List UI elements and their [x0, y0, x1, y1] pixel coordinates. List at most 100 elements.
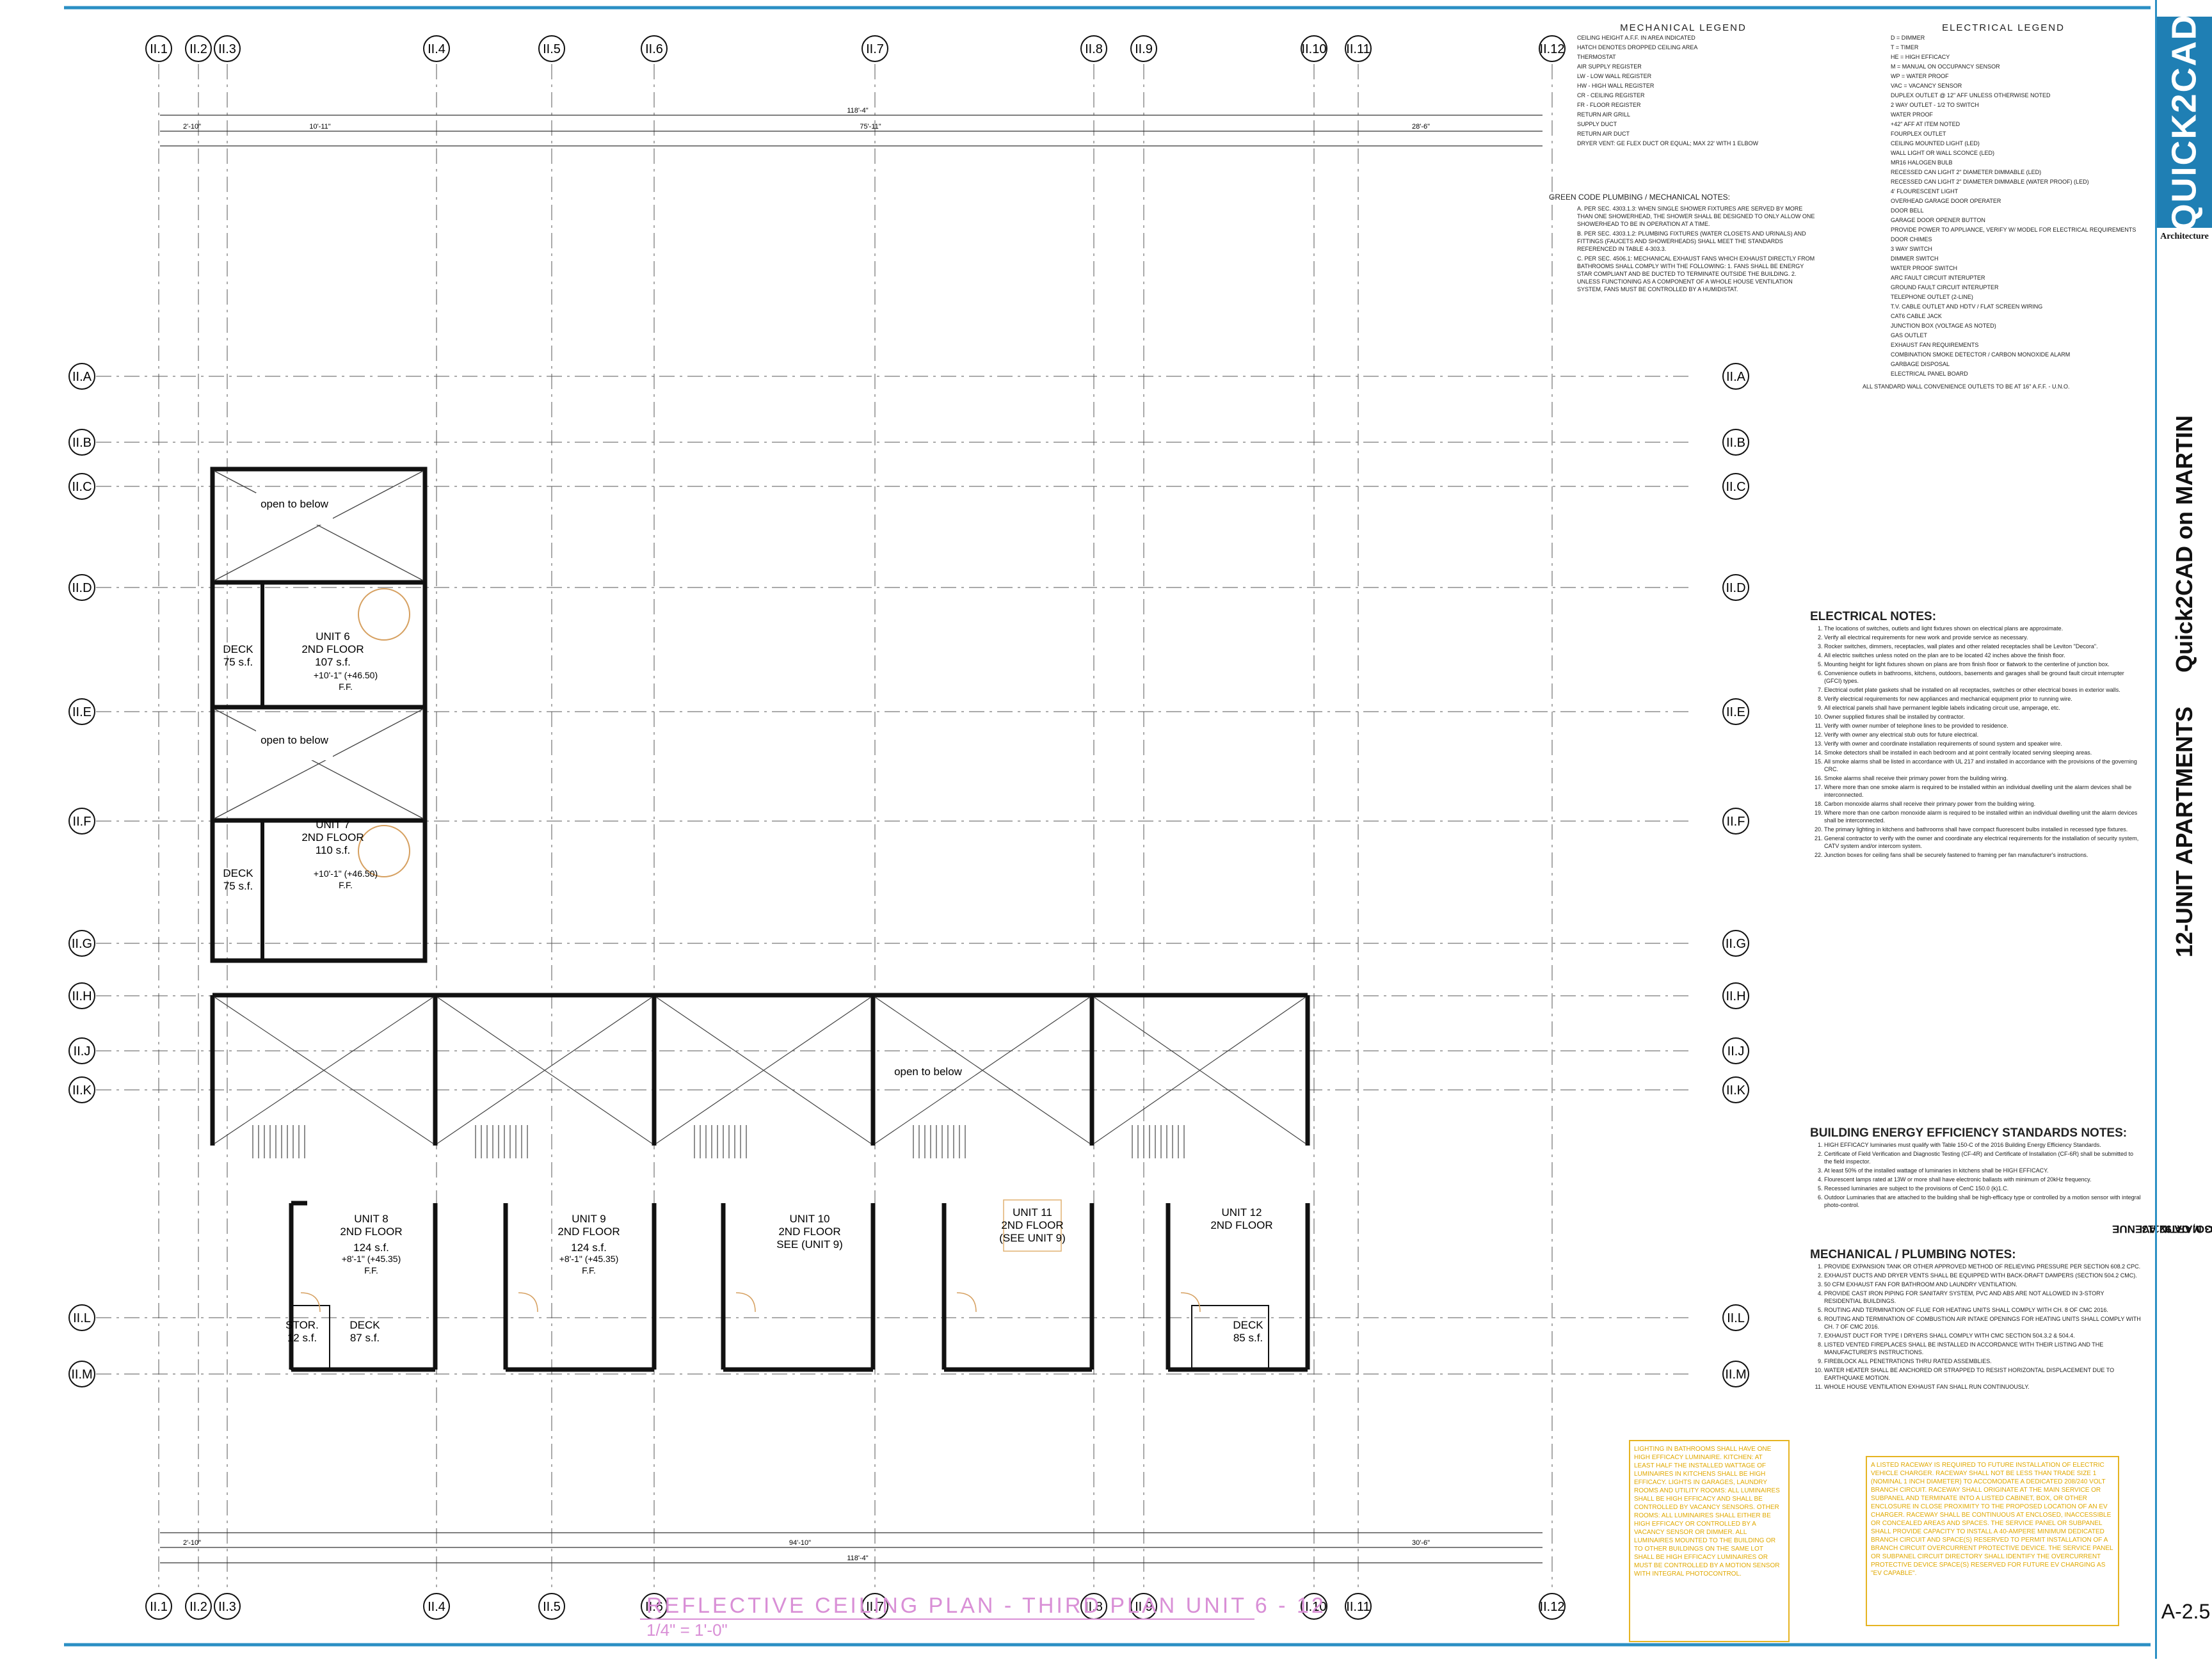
electrical-note-0: The locations of switches, outlets and l… [1824, 625, 2143, 632]
grid-bubble-label-row-5-1: II.F [1727, 815, 1745, 829]
energy-notes-title: BUILDING ENERGY EFFICIENCY STANDARDS NOT… [1810, 1126, 2128, 1140]
electrical-note-16: Where more than one smoke alarm is requi… [1824, 783, 2143, 799]
mechanical-legend-item-3: AIR SUPPLY REGISTER [1577, 63, 1642, 70]
unit-7-area: 110 s.f. [316, 844, 351, 856]
electrical-note-15: Smoke alarms shall receive their primary… [1824, 774, 2143, 782]
electrical-legend-item-35: ELECTRICAL PANEL BOARD [1891, 371, 1968, 377]
deck-1-area: 75 s.f. [223, 656, 253, 668]
energy-note-4: Recessed luminaries are subject to the p… [1824, 1185, 2143, 1192]
grid-bubble-label-col-9-0: II.10 [1302, 42, 1327, 56]
unit-12-floor: 2ND FLOOR [1210, 1219, 1272, 1231]
grid-bubble-label-col-2-0: II.3 [218, 42, 236, 56]
grid-bubble-label-row-4-0: II.E [72, 705, 92, 719]
electrical-legend-item-15: RECESSED CAN LIGHT 2" DIAMETER DIMMABLE … [1891, 179, 2089, 185]
lighting-note-box: LIGHTING IN BATHROOMS SHALL HAVE ONE HIG… [1629, 1440, 1790, 1642]
unit-11-label: UNIT 11 2ND FLOOR (SEE UNIT 9) [999, 1206, 1066, 1244]
electrical-legend-item-8: WATER PROOF [1891, 111, 1933, 118]
electrical-note-5: Convenience outlets in bathrooms, kitche… [1824, 669, 2143, 685]
electrical-note-20: General contractor to verify with the ow… [1824, 835, 2143, 850]
electrical-legend-item-32: EXHAUST FAN REQUIREMENTS [1891, 342, 1979, 348]
project-type-text: 12-UNIT APARTMENTS [2171, 706, 2198, 958]
grid-bubble-label-col-7-0: II.8 [1085, 42, 1103, 56]
title-block-border [2155, 0, 2157, 1659]
mechanical-legend-item-1: HATCH DENOTES DROPPED CEILING AREA [1577, 44, 1698, 51]
mech-plumb-note-7: LISTED VENTED FIREPLACES SHALL BE INSTAL… [1824, 1341, 2143, 1356]
unit-7-name: UNIT 7 [316, 819, 350, 831]
grid-bubble-label-col-6-0: II.7 [866, 42, 884, 56]
electrical-note-8: All electrical panels shall have permane… [1824, 704, 2143, 712]
dim-bottom-mid: 94'-10" [789, 1539, 811, 1547]
unit-8-area: 124 s.f. [353, 1242, 389, 1254]
unit-9-ff: F.F. [582, 1265, 596, 1275]
dim-top-seg-4: 28'-6" [1412, 123, 1430, 131]
unit-8-floor: 2ND FLOOR [340, 1226, 402, 1238]
project-type: 12-UNIT APARTMENTS [2157, 707, 2212, 957]
storage-name: STOR. [285, 1319, 319, 1331]
energy-notes-list: HIGH EFFICACY luminaries must qualify wi… [1810, 1141, 2143, 1209]
electrical-legend-item-29: CAT6 CABLE JACK [1891, 313, 1942, 319]
green-code-item-0: A. PER SEC. 4303.1.3: WHEN SINGLE SHOWER… [1577, 205, 1815, 227]
green-code-items: A. PER SEC. 4303.1.3: WHEN SINGLE SHOWER… [1549, 205, 1818, 293]
company-logo: QUICK2CAD [2157, 13, 2212, 231]
electrical-legend-item-13: MR16 HALOGEN BULB [1891, 159, 1953, 166]
deck-3-name: DECK [349, 1319, 380, 1331]
dim-overall-bottom: 118'-4" [847, 1554, 868, 1562]
project-name: Quick2CAD on MARTIN [2157, 410, 2212, 678]
unit-7-label: UNIT 7 2ND FLOOR 110 s.f. +10'-1" (+46.5… [301, 819, 378, 890]
electrical-note-7: Verify electrical requirements for new a… [1824, 695, 2143, 703]
deck-2-area: 75 s.f. [223, 880, 253, 892]
mech-plumb-notes: MECHANICAL / PLUMBING NOTES: PROVIDE EXP… [1810, 1249, 2143, 1392]
green-code-item-1: B. PER SEC. 4303.1.2: PLUMBING FIXTURES … [1577, 230, 1806, 252]
grid-bubble-label-row-6-0: II.G [72, 937, 92, 951]
deck-boxes [291, 1305, 1269, 1370]
stair-treads [252, 1125, 1185, 1158]
unit-6-label: UNIT 6 2ND FLOOR 107 s.f. +10'-1" (+46.5… [301, 630, 378, 692]
electrical-notes-title: ELECTRICAL NOTES: [1810, 610, 1937, 623]
mechanical-legend-item-9: SUPPLY DUCT [1577, 121, 1617, 127]
electrical-legend-item-10: FOURPLEX OUTLET [1891, 131, 1946, 137]
electrical-legend-item-24: WATER PROOF SWITCH [1891, 265, 1957, 271]
green-code-notes: GREEN CODE PLUMBING / MECHANICAL NOTES: … [1549, 193, 1818, 295]
company-name: Architecture [2160, 232, 2209, 241]
electrical-note-3: All electric switches unless noted on th… [1824, 651, 2143, 659]
sheet-number: A-2.5 [2161, 1600, 2211, 1623]
unit-9-area: 124 s.f. [571, 1242, 607, 1254]
grid-bubble-label-row-1-0: II.B [72, 436, 92, 450]
electrical-legend-item-6: DUPLEX OUTLET @ 12" AFF UNLESS OTHERWISE… [1891, 92, 2051, 99]
energy-note-3: Flourescent lamps rated at 13W or more s… [1824, 1176, 2143, 1183]
electrical-note-11: Verify with owner any electrical stub ou… [1824, 731, 2143, 739]
drawing-scale: 1/4" = 1'-0" [646, 1620, 728, 1640]
open-to-below-label-2: open to below [260, 734, 329, 746]
mechanical-legend: MECHANICAL LEGEND CEILING HEIGHT A.F.F. … [1549, 23, 1818, 149]
energy-note-1: Certificate of Field Verification and Di… [1824, 1150, 2143, 1165]
unit-6-elev: +10'-1" (+46.50) [314, 670, 378, 680]
mech-plumb-note-2: 50 CFM EXHAUST FAN FOR BATHROOM AND LAUN… [1824, 1281, 2143, 1288]
drawing-sheet: II.1 II.1 II.2 II.2 II.3 II.3 II.4 II.4 II.5 II.5… [0, 0, 2212, 1659]
dim-top-seg-2: 10'-11" [309, 123, 330, 131]
unit-12-name: UNIT 12 [1222, 1206, 1262, 1219]
unit-6-name: UNIT 6 [316, 630, 350, 643]
electrical-legend-item-33: COMBINATION SMOKE DETECTOR / CARBON MONO… [1891, 351, 2071, 358]
open-to-below-label-1: open to below [260, 498, 329, 510]
dim-overall-top: 118'-4" [847, 107, 868, 115]
electrical-legend-items: D = DIMMER T = TIMER HE = HIGH EFFICACY M =… [1863, 34, 2144, 378]
electrical-legend-item-16: 4' FLOURESCENT LIGHT [1891, 188, 1959, 195]
energy-note-5: Outdoor Luminaries that are attached to … [1824, 1194, 2143, 1209]
grid-bubble-label-row-7-1: II.H [1726, 989, 1745, 1003]
electrical-legend-item-17: OVERHEAD GARAGE DOOR OPERATER [1891, 198, 2001, 204]
grid-bubble-label-row-3-0: II.D [72, 581, 92, 595]
electrical-legend-item-2: HE = HIGH EFFICACY [1891, 54, 1950, 60]
electrical-note-18: Where more than one carbon monoxide alar… [1824, 809, 2143, 824]
deck-3-area: 87 s.f. [350, 1332, 380, 1344]
electrical-legend-item-7: 2 WAY OUTLET - 1/2 TO SWITCH [1891, 102, 1979, 108]
electrical-legend-title: ELECTRICAL LEGEND [1942, 22, 2065, 33]
mech-plumb-note-9: WATER HEATER SHALL BE ANCHORED OR STRAPP… [1824, 1366, 2143, 1382]
electrical-legend-item-20: PROVIDE POWER TO APPLIANCE, VERIFY W/ MO… [1891, 227, 2136, 233]
electrical-note-19: The primary lighting in kitchens and bat… [1824, 826, 2143, 833]
grid-bubble-label-row-5-0: II.F [73, 815, 92, 829]
grid-bubble-label-col-4-1: II.5 [543, 1600, 561, 1614]
grid-bubble-label-row-1-1: II.B [1726, 436, 1745, 450]
electrical-note-9: Owner supplied fixtures shall be install… [1824, 713, 2143, 721]
unit-9-elev: +8'-1" (+45.35) [559, 1254, 618, 1264]
grid-bubble-label-col-0-0: II.1 [150, 42, 168, 56]
